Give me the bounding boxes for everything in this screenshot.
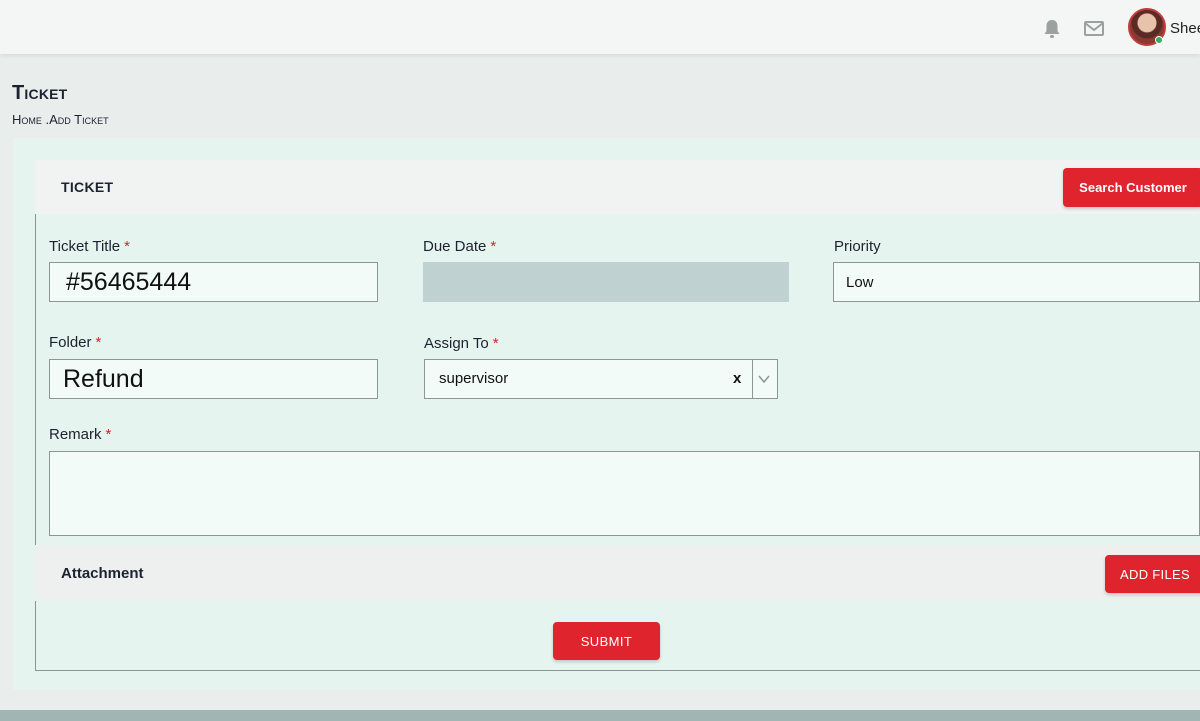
bottom-strip [0, 710, 1200, 721]
due-date-label: Due Date * [423, 238, 497, 255]
online-status-dot [1155, 36, 1163, 44]
priority-input[interactable] [833, 262, 1200, 302]
clear-selection-icon[interactable]: x [733, 370, 741, 387]
attachment-header [35, 545, 1200, 601]
bell-icon[interactable] [1043, 19, 1061, 39]
required-asterisk: * [105, 426, 112, 443]
select-divider [752, 360, 753, 398]
page-title: Ticket [12, 82, 68, 104]
required-asterisk: * [124, 238, 130, 255]
folder-label: Folder * [49, 334, 102, 351]
top-bar: Shee [0, 0, 1200, 54]
add-files-button[interactable]: ADD FILES [1105, 555, 1200, 593]
ticket-title-input[interactable] [49, 262, 378, 302]
card-header [35, 160, 1200, 214]
required-asterisk: * [492, 335, 499, 352]
search-customer-button[interactable]: Search Customer [1063, 168, 1200, 207]
chevron-down-icon[interactable] [757, 373, 771, 385]
mail-icon[interactable] [1084, 21, 1104, 36]
ticket-title-label: Ticket Title * [49, 238, 130, 255]
submit-button[interactable]: SUBMIT [553, 622, 660, 660]
attachment-title: Attachment [61, 565, 144, 582]
remark-textarea[interactable] [49, 451, 1200, 536]
card-title: TICKET [61, 179, 114, 195]
user-name[interactable]: Shee [1170, 20, 1200, 37]
remark-label: Remark * [49, 426, 112, 443]
breadcrumb[interactable]: Home .Add Ticket [12, 112, 109, 127]
due-date-input[interactable] [423, 262, 789, 302]
assign-to-selected-value[interactable]: supervisor [439, 370, 508, 387]
required-asterisk: * [95, 334, 102, 351]
folder-input[interactable] [49, 359, 378, 399]
assign-to-label: Assign To * [424, 335, 499, 352]
priority-label: Priority [834, 238, 881, 255]
required-asterisk: * [490, 238, 497, 255]
